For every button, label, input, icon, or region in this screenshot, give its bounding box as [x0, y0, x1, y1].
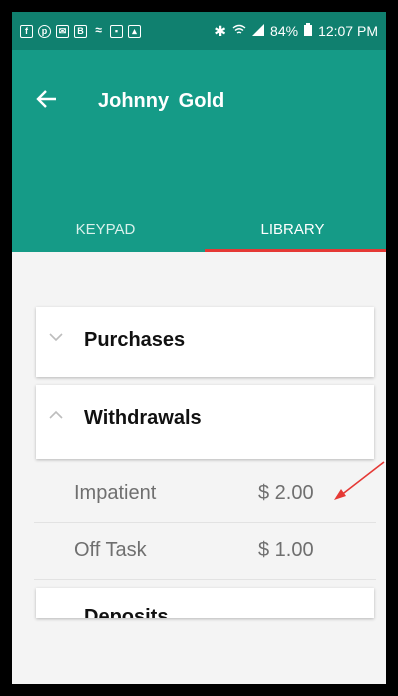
item-label: Off Task — [74, 539, 147, 561]
back-arrow-icon — [36, 90, 56, 108]
battery-percent: 84% — [270, 23, 299, 39]
status-bar: f p ✉ B ≈ ▪ ▴ ✱ 84% 12:07 PM — [12, 12, 386, 50]
list-item-off-task[interactable]: Off Task $ 1.00 — [34, 523, 376, 580]
section-label: Purchases — [84, 329, 186, 351]
section-label: Deposits — [84, 606, 169, 618]
voicemail-icon: ≈ — [95, 22, 102, 37]
bluetooth-icon: ✱ — [214, 22, 227, 39]
wifi-icon — [232, 23, 246, 39]
picture-icon: ▴ — [128, 24, 141, 38]
mail-icon: ✉ — [56, 24, 69, 38]
page-title: Johnny Gold — [98, 90, 225, 112]
b-icon: B — [74, 24, 87, 38]
chevron-down-icon — [49, 333, 63, 342]
tab-library[interactable]: LIBRARY — [199, 207, 386, 253]
image-card-icon: ▪ — [110, 24, 123, 38]
status-right: ✱ 84% 12:07 PM — [214, 23, 386, 40]
item-value: $ 2.00 — [258, 482, 314, 504]
tab-keypad[interactable]: KEYPAD — [12, 207, 199, 253]
section-label: Withdrawals — [84, 407, 202, 429]
pinterest-icon: p — [38, 24, 51, 38]
battery-icon — [304, 23, 313, 39]
notification-icons: f p ✉ B ≈ ▪ ▴ — [12, 22, 141, 38]
library-content: Purchases Withdrawals Impatient $ 2.00 O… — [12, 252, 386, 684]
clock: 12:07 PM — [318, 23, 378, 39]
section-deposits[interactable]: Deposits — [36, 588, 374, 618]
item-label: Impatient — [74, 482, 157, 504]
section-withdrawals[interactable]: Withdrawals — [36, 385, 374, 459]
facebook-icon: f — [20, 24, 33, 38]
list-item-impatient[interactable]: Impatient $ 2.00 — [34, 466, 376, 523]
app-bar: Johnny Gold KEYPAD LIBRARY — [12, 50, 386, 252]
phone-screen: f p ✉ B ≈ ▪ ▴ ✱ 84% 12:07 PM Johnny Gold… — [12, 12, 386, 684]
chevron-up-icon — [49, 410, 63, 419]
item-value: $ 1.00 — [258, 539, 314, 561]
back-button[interactable] — [34, 86, 60, 112]
section-purchases[interactable]: Purchases — [36, 307, 374, 377]
signal-icon — [252, 23, 265, 39]
